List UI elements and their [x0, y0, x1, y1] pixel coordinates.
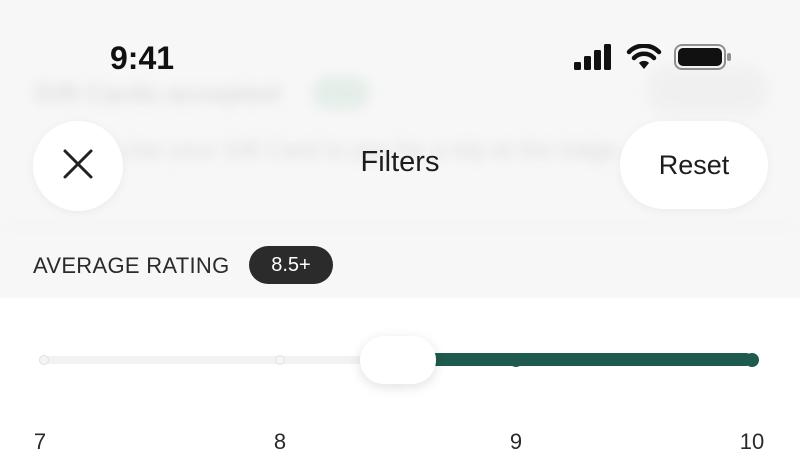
rating-slider-thumb[interactable] — [360, 336, 436, 384]
slider-tick-9 — [509, 353, 523, 367]
rating-value-badge: 8.5+ — [249, 246, 333, 284]
rating-slider-fill — [398, 353, 752, 366]
battery-icon — [674, 43, 732, 76]
background-title: Gift Cards accepted — [34, 78, 280, 108]
slider-tick-label: 10 — [739, 429, 765, 450]
slider-tick-label: 7 — [33, 429, 47, 450]
background-divider — [0, 226, 800, 228]
reset-button[interactable]: Reset — [620, 121, 768, 209]
slider-tick-8 — [275, 355, 285, 365]
wifi-icon — [626, 43, 662, 75]
background-badge — [312, 76, 370, 110]
slider-tick-label: 8 — [273, 429, 287, 450]
page-title: Filters — [360, 146, 440, 178]
slider-tick-7 — [39, 355, 49, 365]
cellular-signal-icon — [574, 43, 614, 75]
close-button[interactable] — [33, 121, 123, 211]
slider-tick-10 — [745, 353, 759, 367]
status-time: 9:41 — [110, 40, 175, 76]
close-icon — [62, 148, 94, 185]
slider-tick-label: 9 — [509, 429, 523, 450]
rating-filter-label: AVERAGE RATING — [33, 253, 230, 278]
status-icons — [574, 43, 732, 76]
